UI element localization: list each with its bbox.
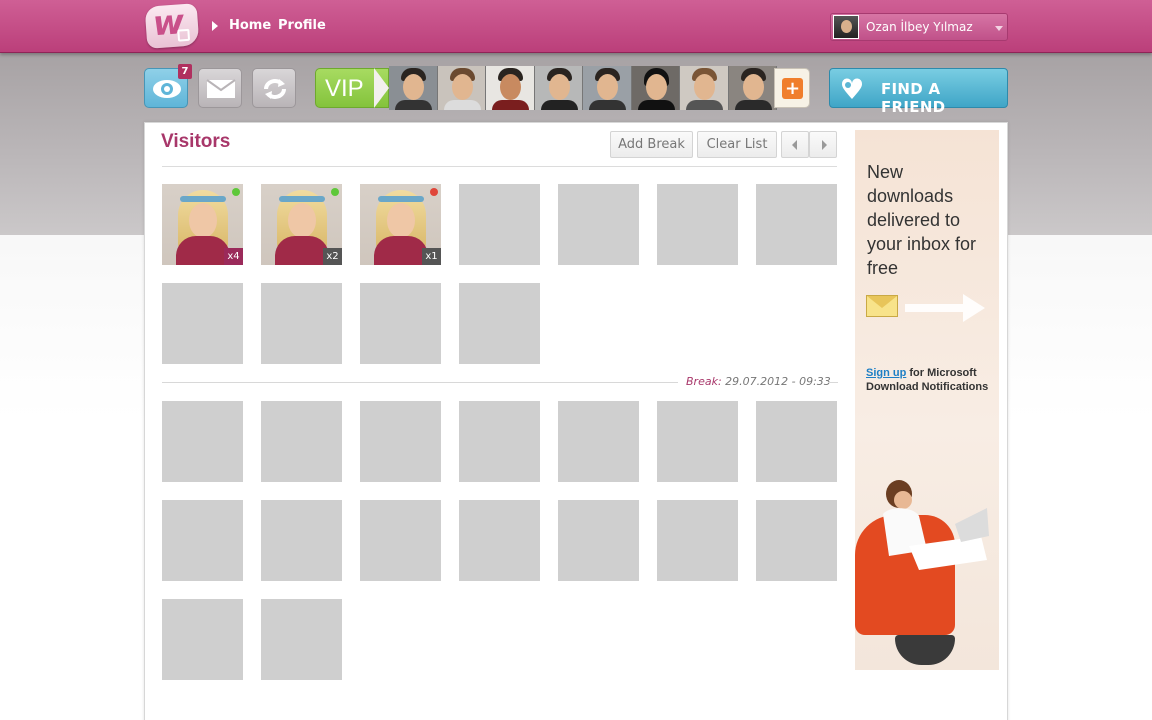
nav-home-link[interactable]: Home [229, 18, 271, 33]
empty-tile [459, 283, 540, 364]
ad-signup-link[interactable]: Sign up [866, 367, 906, 379]
empty-tile [162, 599, 243, 680]
title-divider [162, 166, 837, 167]
eye-icon [153, 80, 181, 98]
online-status-dot [331, 188, 339, 196]
chevron-down-icon [995, 26, 1003, 31]
empty-tile [657, 500, 738, 581]
empty-tile [756, 500, 837, 581]
empty-tile [558, 401, 639, 482]
break-timestamp: Break: 29.07.2012 - 09:33 [686, 375, 831, 388]
break-divider [828, 382, 838, 383]
messages-button[interactable] [198, 68, 242, 108]
empty-tile [261, 401, 342, 482]
vip-member-avatar[interactable] [728, 66, 777, 110]
envelope-icon [866, 295, 898, 317]
page-title: Visitors [161, 131, 231, 152]
vip-member-avatar[interactable] [680, 66, 729, 110]
visitors-count-badge: 7 [178, 64, 192, 79]
empty-tile [261, 283, 342, 364]
vip-member-avatar[interactable] [534, 66, 583, 110]
plus-icon: + [782, 78, 803, 99]
chevron-right-icon [822, 140, 827, 150]
heart-pin-icon [841, 78, 863, 99]
vip-member-avatar[interactable] [486, 66, 535, 110]
prev-page-button[interactable] [781, 131, 809, 158]
user-name: Ozan İlbey Yılmaz [866, 20, 973, 34]
empty-tile [657, 401, 738, 482]
site-logo[interactable]: w [144, 2, 200, 49]
top-bar: w Home Profile Ozan İlbey Yılmaz [0, 0, 1152, 53]
empty-tile [459, 184, 540, 265]
advertisement-banner[interactable]: New downloads delivered to your inbox fo… [855, 130, 999, 670]
user-menu[interactable]: Ozan İlbey Yılmaz [830, 13, 1008, 41]
add-vip-button[interactable]: + [774, 68, 810, 108]
ad-headline: New downloads delivered to your inbox fo… [867, 162, 977, 278]
ad-person-image [883, 480, 989, 570]
empty-tile [162, 401, 243, 482]
user-avatar [833, 15, 859, 39]
visit-count: x1 [422, 248, 441, 265]
empty-tile [360, 401, 441, 482]
empty-tile [261, 599, 342, 680]
add-break-button[interactable]: Add Break [610, 131, 693, 158]
empty-tile [558, 184, 639, 265]
break-label: Break: [686, 375, 722, 388]
empty-tile [459, 500, 540, 581]
break-divider [162, 382, 678, 383]
visitor-tile[interactable]: x2 [261, 184, 342, 265]
offline-status-dot [430, 188, 438, 196]
visit-count: x4 [224, 248, 243, 265]
ad-chair-base [895, 635, 955, 665]
nav-profile-link[interactable]: Profile [278, 18, 326, 33]
find-a-friend-button[interactable]: FIND A FRIEND [829, 68, 1008, 116]
ad-signup-text: Sign up for Microsoft Download Notificat… [866, 366, 996, 394]
visitor-tile[interactable]: x1 [360, 184, 441, 265]
vip-member-avatar[interactable] [583, 66, 632, 110]
vip-members-strip [389, 66, 777, 110]
chevron-left-icon [792, 140, 797, 150]
clear-list-button[interactable]: Clear List [697, 131, 777, 158]
empty-tile [756, 184, 837, 265]
next-page-button[interactable] [809, 131, 837, 158]
empty-tile [558, 500, 639, 581]
arrow-right-icon [905, 294, 985, 322]
online-status-dot [232, 188, 240, 196]
empty-tile [459, 401, 540, 482]
vip-badge[interactable]: VIP [315, 68, 389, 108]
refresh-button[interactable] [252, 68, 296, 108]
empty-tile [162, 283, 243, 364]
visitor-tile[interactable]: x4 [162, 184, 243, 265]
empty-tile [261, 500, 342, 581]
break-time: 29.07.2012 - 09:33 [725, 375, 831, 388]
visit-count: x2 [323, 248, 342, 265]
vip-member-avatar[interactable] [389, 66, 438, 110]
empty-tile [360, 283, 441, 364]
vip-member-avatar[interactable] [437, 66, 486, 110]
nav-arrow-icon [212, 21, 218, 31]
vip-member-avatar[interactable] [631, 66, 680, 110]
empty-tile [657, 184, 738, 265]
vip-label: VIP [325, 75, 364, 102]
refresh-icon [264, 79, 286, 99]
empty-tile [162, 500, 243, 581]
find-a-friend-label: FIND A FRIEND [881, 80, 946, 116]
envelope-icon [206, 79, 236, 98]
empty-tile [756, 401, 837, 482]
empty-tile [360, 500, 441, 581]
